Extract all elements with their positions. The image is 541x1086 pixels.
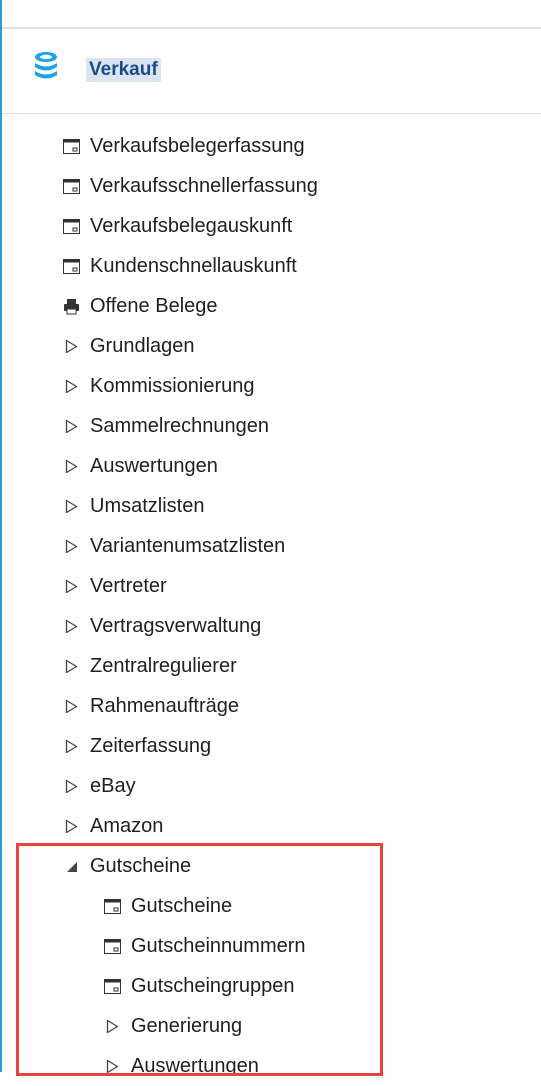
coins-stack-icon [32, 51, 60, 81]
menu-item-kommissionierung[interactable]: Kommissionierung [0, 366, 541, 406]
menu-item-label: Kundenschnellauskunft [90, 254, 297, 277]
window-icon [63, 178, 80, 195]
menu-item-label: Verkaufsbelegerfassung [90, 134, 305, 157]
menu-item-label: Auswertungen [90, 454, 218, 477]
menu-item-vertragsverwaltung[interactable]: Vertragsverwaltung [0, 606, 541, 646]
window-icon [63, 138, 80, 155]
menu-item-label: Verkaufsbelegauskunft [90, 214, 293, 237]
module-header-verkauf[interactable]: Verkauf [2, 29, 541, 114]
menu-item-label: Gutscheingruppen [131, 974, 295, 997]
menu-item-label: Grundlagen [90, 334, 195, 357]
expand-arrow-icon [63, 618, 80, 635]
expand-arrow-icon [63, 378, 80, 395]
menu-item-vertreter[interactable]: Vertreter [0, 566, 541, 606]
menu-item-kundenschnellauskunft[interactable]: Kundenschnellauskunft [0, 246, 541, 286]
menu-item-label: Umsatzlisten [90, 494, 205, 517]
menu-item-rahmenauftraege[interactable]: Rahmenaufträge [0, 686, 541, 726]
window-icon [104, 938, 121, 955]
navigation-menu: Verkaufsbelegerfassung Verkaufsschnellerf… [0, 126, 541, 1086]
menu-item-label: Vertragsverwaltung [90, 614, 262, 637]
navigation-panel: Verkauf Verkaufsbelegerfassung Verkaufssc… [0, 0, 541, 1077]
menu-item-label: Zentralregulierer [90, 654, 237, 677]
menu-item-label: Verkaufsschnellerfassung [90, 174, 318, 197]
collapse-arrow-icon [63, 858, 80, 875]
expand-arrow-icon [63, 538, 80, 555]
menu-item-variantenumsatzlisten[interactable]: Variantenumsatzlisten [0, 526, 541, 566]
menu-item-umsatzlisten[interactable]: Umsatzlisten [0, 486, 541, 526]
menu-item-label: Generierung [131, 1014, 243, 1037]
menu-item-verkaufsbelegerfassung[interactable]: Verkaufsbelegerfassung [0, 126, 541, 166]
menu-item-label: Offene Belege [90, 294, 218, 317]
menu-item-zentralregulierer[interactable]: Zentralregulierer [0, 646, 541, 686]
menu-item-label: Rahmenaufträge [90, 694, 239, 717]
menu-item-label: Kommissionierung [90, 374, 255, 397]
expand-arrow-icon [63, 578, 80, 595]
expand-arrow-icon [63, 498, 80, 515]
menu-item-label: Vertreter [90, 574, 167, 597]
expand-arrow-icon [63, 698, 80, 715]
printer-icon [63, 298, 80, 315]
menu-item-label: Gutscheine [131, 894, 233, 917]
menu-item-sammelrechnungen[interactable]: Sammelrechnungen [0, 406, 541, 446]
menu-item-zeiterfassung[interactable]: Zeiterfassung [0, 726, 541, 766]
submenu-item-gutscheinnummern[interactable]: Gutscheinnummern [0, 926, 541, 966]
expand-arrow-icon [63, 458, 80, 475]
menu-item-verkaufsschnellerfassung[interactable]: Verkaufsschnellerfassung [0, 166, 541, 206]
submenu-item-gutscheingruppen[interactable]: Gutscheingruppen [0, 966, 541, 1006]
menu-item-gutscheine[interactable]: Gutscheine [0, 846, 541, 886]
menu-item-label: Variantenumsatzlisten [90, 534, 286, 557]
menu-item-ebay[interactable]: eBay [0, 766, 541, 806]
menu-item-verkaufsbelegauskunft[interactable]: Verkaufsbelegauskunft [0, 206, 541, 246]
expand-arrow-icon [63, 778, 80, 795]
submenu-item-generierung[interactable]: Generierung [0, 1006, 541, 1046]
window-icon [104, 898, 121, 915]
menu-item-label: Sammelrechnungen [90, 414, 269, 437]
expand-arrow-icon [63, 658, 80, 675]
expand-arrow-icon [63, 338, 80, 355]
module-title[interactable]: Verkauf [86, 58, 161, 82]
window-icon [63, 218, 80, 235]
expand-arrow-icon [63, 418, 80, 435]
menu-item-label: Auswertungen [131, 1054, 259, 1077]
submenu-item-gutscheine[interactable]: Gutscheine [0, 886, 541, 926]
menu-item-offene-belege[interactable]: Offene Belege [0, 286, 541, 326]
menu-item-amazon[interactable]: Amazon [0, 806, 541, 846]
expand-arrow-icon [63, 818, 80, 835]
menu-item-label: eBay [90, 774, 136, 797]
menu-item-grundlagen[interactable]: Grundlagen [0, 326, 541, 366]
menu-item-auswertungen[interactable]: Auswertungen [0, 446, 541, 486]
menu-item-label: Zeiterfassung [90, 734, 212, 757]
window-icon [104, 978, 121, 995]
expand-arrow-icon [104, 1018, 121, 1035]
menu-item-label: Gutscheinnummern [131, 934, 306, 957]
menu-item-label: Amazon [90, 814, 164, 837]
menu-item-label: Gutscheine [90, 854, 192, 877]
expand-arrow-icon [63, 738, 80, 755]
submenu-item-auswertungen[interactable]: Auswertungen [0, 1046, 541, 1086]
window-icon [63, 258, 80, 275]
